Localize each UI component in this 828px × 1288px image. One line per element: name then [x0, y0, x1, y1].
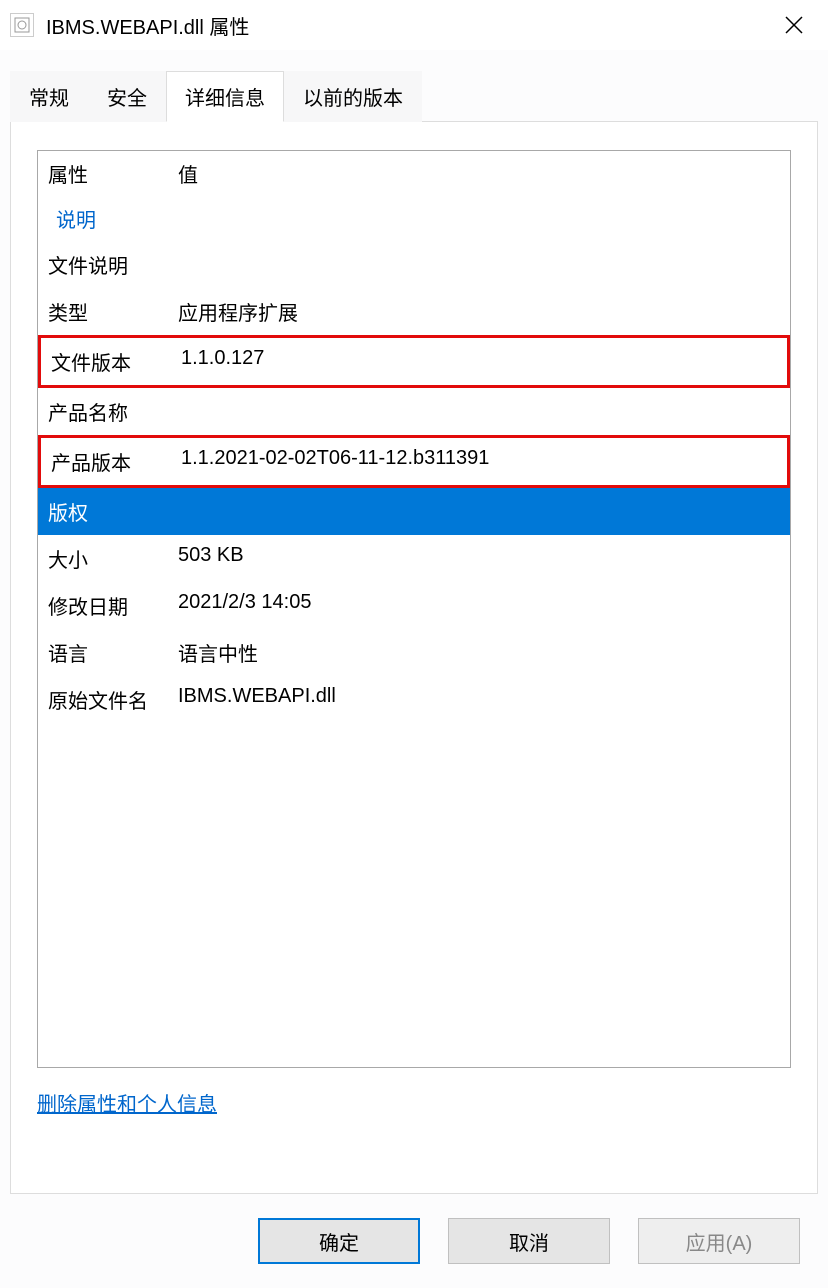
row-label: 产品名称 — [48, 397, 178, 426]
content-area: 常规 安全 详细信息 以前的版本 属性 值 说明 文件说明 类型 应用程序扩展 … — [0, 50, 828, 1194]
row-copyright[interactable]: 版权 — [38, 488, 790, 535]
titlebar: IBMS.WEBAPI.dll 属性 — [0, 0, 828, 50]
row-type[interactable]: 类型 应用程序扩展 — [38, 288, 790, 335]
row-value — [178, 397, 780, 426]
row-label: 原始文件名 — [48, 685, 178, 714]
button-bar: 确定 取消 应用(A) — [0, 1194, 828, 1288]
row-value: 2021/2/3 14:05 — [178, 591, 780, 620]
tab-security[interactable]: 安全 — [88, 71, 166, 122]
row-value: 1.1.0.127 — [181, 347, 777, 376]
ok-button[interactable]: 确定 — [258, 1218, 420, 1264]
row-value — [178, 250, 780, 279]
row-original-filename[interactable]: 原始文件名 IBMS.WEBAPI.dll — [38, 676, 790, 723]
row-value: 503 KB — [178, 544, 780, 573]
row-product-name[interactable]: 产品名称 — [38, 388, 790, 435]
row-label: 文件版本 — [51, 347, 181, 376]
row-label: 产品版本 — [51, 447, 181, 476]
row-language[interactable]: 语言 语言中性 — [38, 629, 790, 676]
app-icon — [10, 13, 34, 37]
row-value: 语言中性 — [178, 638, 780, 667]
row-value: 1.1.2021-02-02T06-11-12.b311391 — [181, 447, 777, 476]
row-label: 文件说明 — [48, 250, 178, 279]
row-label: 类型 — [48, 297, 178, 326]
row-file-version[interactable]: 文件版本 1.1.0.127 — [38, 335, 790, 388]
grid-header-property: 属性 — [48, 159, 178, 188]
tab-general[interactable]: 常规 — [10, 71, 88, 122]
close-button[interactable] — [770, 1, 818, 49]
row-modified-date[interactable]: 修改日期 2021/2/3 14:05 — [38, 582, 790, 629]
property-grid: 属性 值 说明 文件说明 类型 应用程序扩展 文件版本 1.1.0.127 产品… — [37, 150, 791, 1068]
row-file-description[interactable]: 文件说明 — [38, 241, 790, 288]
grid-header: 属性 值 — [38, 151, 790, 196]
remove-properties-link[interactable]: 删除属性和个人信息 — [37, 1088, 217, 1117]
row-label: 语言 — [48, 638, 178, 667]
row-product-version[interactable]: 产品版本 1.1.2021-02-02T06-11-12.b311391 — [38, 435, 790, 488]
apply-button: 应用(A) — [638, 1218, 800, 1264]
row-value: IBMS.WEBAPI.dll — [178, 685, 780, 714]
tab-details[interactable]: 详细信息 — [166, 71, 284, 122]
row-value: 应用程序扩展 — [178, 297, 780, 326]
tab-body: 属性 值 说明 文件说明 类型 应用程序扩展 文件版本 1.1.0.127 产品… — [10, 122, 818, 1194]
tabs: 常规 安全 详细信息 以前的版本 — [10, 70, 818, 122]
row-label: 修改日期 — [48, 591, 178, 620]
tab-previous-versions[interactable]: 以前的版本 — [284, 71, 422, 122]
section-description[interactable]: 说明 — [38, 196, 790, 241]
window-title: IBMS.WEBAPI.dll 属性 — [46, 11, 770, 40]
row-value — [178, 497, 780, 526]
grid-header-value: 值 — [178, 159, 198, 188]
cancel-button[interactable]: 取消 — [448, 1218, 610, 1264]
row-label: 版权 — [48, 497, 178, 526]
row-size[interactable]: 大小 503 KB — [38, 535, 790, 582]
row-label: 大小 — [48, 544, 178, 573]
